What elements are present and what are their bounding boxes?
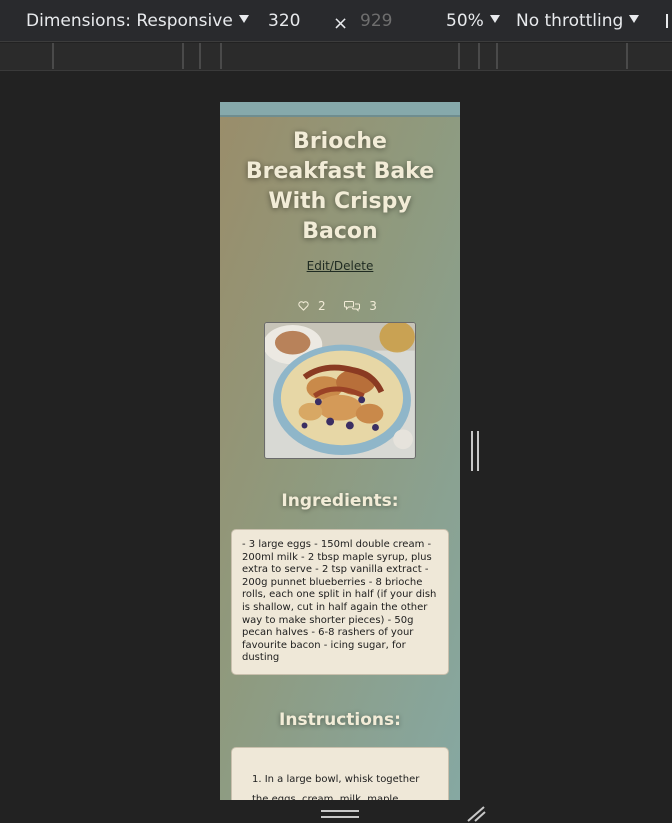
likes-count: 2 <box>317 299 326 313</box>
ingredients-text: - 3 large eggs - 150ml double cream - 20… <box>242 539 437 664</box>
recipe-stats: 2 3 <box>220 299 460 313</box>
device-viewport[interactable]: Brioche Breakfast Bake With Crispy Bacon… <box>220 102 460 800</box>
zoom-label: 50% <box>446 11 484 31</box>
ingredients-heading: Ingredients: <box>281 491 399 511</box>
ingredients-box: - 3 large eggs - 150ml double cream - 20… <box>231 529 449 675</box>
swap-dimensions-icon[interactable]: × <box>333 13 348 34</box>
width-input[interactable]: 320 <box>268 11 300 31</box>
likes-button[interactable]: 2 <box>298 299 334 313</box>
recipe-title: Brioche Breakfast Bake With Crispy Bacon <box>245 129 435 244</box>
throttling-label: No throttling <box>516 11 624 31</box>
ruler-tick <box>626 43 628 69</box>
ruler-tick <box>496 43 498 69</box>
ruler-tick <box>52 43 54 69</box>
dimensions-label: Dimensions: Responsive <box>26 11 233 31</box>
zoom-caret-icon <box>489 15 500 23</box>
instructions-box: 1. In a large bowl, whisk together the e… <box>231 746 449 800</box>
height-input[interactable]: 929 <box>360 11 392 31</box>
throttling-dropdown[interactable]: No throttling <box>516 11 640 31</box>
media-query-ruler[interactable] <box>0 43 672 71</box>
page-header-strip <box>220 102 460 117</box>
comments-button[interactable]: 3 <box>344 299 381 313</box>
ruler-tick <box>458 43 460 69</box>
dimensions-dropdown[interactable]: Dimensions: Responsive <box>26 11 249 31</box>
heart-icon <box>298 301 309 311</box>
ruler-tick <box>220 43 222 69</box>
resize-corner-icon[interactable] <box>466 806 486 822</box>
edit-delete-link[interactable]: Edit/Delete <box>220 259 460 273</box>
resize-handle-bottom[interactable] <box>321 810 359 820</box>
resize-handle-right[interactable] <box>471 431 480 471</box>
overflow-edge <box>666 14 672 28</box>
instructions-heading: Instructions: <box>279 709 401 730</box>
comments-count: 3 <box>369 299 377 313</box>
recipe-photo <box>264 322 416 459</box>
throttling-caret-icon <box>629 15 640 23</box>
zoom-dropdown[interactable]: 50% <box>446 11 500 31</box>
ruler-tick <box>199 43 201 69</box>
ruler-tick <box>182 43 184 69</box>
instructions-text: 1. In a large bowl, whisk together the e… <box>252 773 420 800</box>
device-toolbar: Dimensions: Responsive 320 × 929 50% No … <box>0 0 672 42</box>
dimensions-caret-icon <box>238 15 249 23</box>
ruler-tick <box>478 43 480 69</box>
speech-bubbles-icon <box>344 301 361 312</box>
